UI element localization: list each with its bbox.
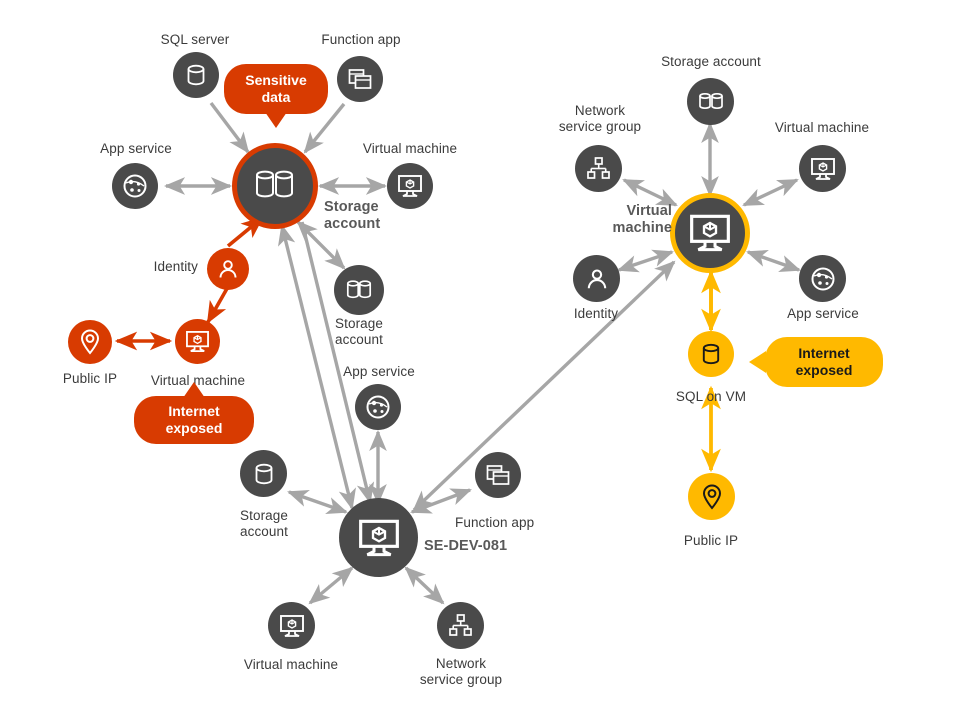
node-virtual-machine-center-right[interactable] [670,193,750,273]
label-identity-right: Identity [573,306,619,321]
windows-stack-icon [486,463,510,487]
node-storage-account-bottom[interactable] [240,450,287,497]
node-identity[interactable] [207,248,249,290]
monitor-cube-icon [357,518,401,558]
label-public-ip: Public IP [62,371,118,386]
edge-sedev-nsg [404,566,445,605]
edge-vm-nsg [622,178,678,207]
callout-internet-exposed-right[interactable]: Internet exposed [749,337,883,387]
monitor-cube-icon [810,157,836,181]
node-network-service-group-right[interactable] [575,145,622,192]
node-network-service-group-bottom[interactable] [437,602,484,649]
edge-sedev-to-rightvm [412,260,676,512]
node-storage-account-center[interactable] [232,143,318,229]
monitor-cube-icon [688,213,732,253]
double-database-icon [253,167,297,205]
label-virtual-machine: Virtual machine [362,141,458,156]
hierarchy-icon [448,613,473,638]
double-database-icon [697,91,725,113]
edge-vm-appservice [746,250,801,272]
node-app-service-mid[interactable] [355,384,401,430]
label-identity: Identity [153,259,198,274]
node-virtual-machine-left[interactable] [175,319,220,364]
callout-internet-exposed-left-text: Internet exposed [165,402,223,437]
node-virtual-machine-top-right[interactable] [799,145,846,192]
globe-icon [122,173,148,199]
label-network-service-group-right: Network service group [558,103,642,134]
callout-tail [749,351,766,373]
label-se-dev-081: SE-DEV-081 [424,538,508,554]
label-sql-on-vm: SQL on VM [675,389,747,404]
node-function-app[interactable] [337,56,383,102]
person-icon [585,267,609,291]
node-se-dev-081[interactable] [339,498,418,577]
callout-sensitive-data-text: Sensitive data [245,71,307,106]
node-app-service[interactable] [112,163,158,209]
edge-vm-identity [617,249,674,273]
label-virtual-machine-center-right: Virtual machine [612,203,672,237]
callout-internet-exposed-right-text: Internet exposed [795,344,853,379]
edge-vm-vm-topright [742,178,799,207]
node-function-app-bottom[interactable] [475,452,521,498]
callout-tail [183,382,205,398]
label-function-app: Function app [321,32,401,47]
callout-sensitive-data[interactable]: Sensitive data [224,64,328,128]
database-icon [185,63,207,87]
label-public-ip-right: Public IP [683,533,739,548]
person-icon [217,258,239,280]
monitor-cube-icon [185,330,210,353]
label-app-service-right: App service [787,306,859,321]
label-storage-account-top-right: Storage account [661,54,761,69]
node-identity-right[interactable] [573,255,620,302]
edge-sedev-vm-bottom [308,566,354,605]
label-virtual-machine-top-right: Virtual machine [774,120,870,135]
callout-internet-exposed-left[interactable]: Internet exposed [134,382,254,444]
edge-identity-to-vm [206,284,231,324]
label-virtual-machine-bottom: Virtual machine [243,657,339,672]
node-storage-account-top-right[interactable] [687,78,734,125]
node-app-service-right[interactable] [799,255,846,302]
database-icon [700,342,722,366]
label-storage-account-mid: Storage account [335,316,383,347]
map-pin-icon [79,329,101,355]
label-app-service: App service [100,141,172,156]
diagram-canvas: SQL server Function app Sensitive data A… [0,0,953,705]
label-sql-server: SQL server [160,32,230,47]
node-sql-on-vm[interactable] [688,331,734,377]
map-pin-icon [701,484,723,510]
node-storage-account-mid[interactable] [334,265,384,315]
callout-tail [265,112,287,128]
windows-stack-icon [348,67,372,91]
label-function-app-bottom: Function app [455,515,535,530]
globe-icon [810,266,836,292]
label-app-service-mid: App service [343,364,415,379]
hierarchy-icon [586,156,611,181]
node-public-ip-right[interactable] [688,473,735,520]
node-virtual-machine-bottom[interactable] [268,602,315,649]
node-public-ip[interactable] [68,320,112,364]
monitor-cube-icon [279,614,305,638]
edge-sedev-functionapp [410,488,472,514]
monitor-cube-icon [397,174,423,198]
double-database-icon [345,278,373,302]
database-icon [253,462,275,486]
node-virtual-machine[interactable] [387,163,433,209]
node-sql-server[interactable] [173,52,219,98]
label-network-service-group-bottom: Network service group [419,656,503,687]
label-storage-account-bottom: Storage account [240,508,288,539]
edge-storage-down-to-sedev [300,221,375,504]
globe-icon [365,394,391,420]
